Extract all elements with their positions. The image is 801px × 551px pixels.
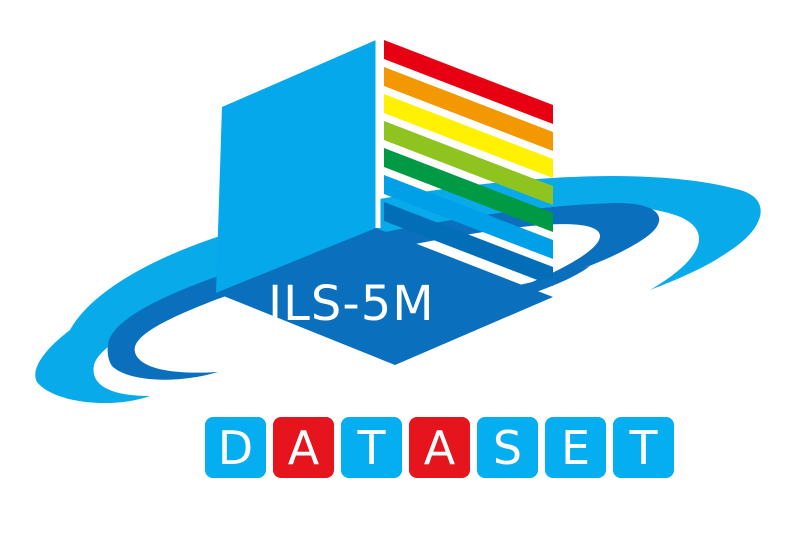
dataset-letter-tile: T xyxy=(613,417,674,478)
dataset-tile-row: DATASET xyxy=(205,417,674,478)
dataset-letter-tile: A xyxy=(273,417,334,478)
dataset-letter-tile: A xyxy=(409,417,470,478)
logo-text: JLS-5M xyxy=(265,276,435,332)
dataset-letter-tile: E xyxy=(545,417,606,478)
dataset-letter-tile: T xyxy=(341,417,402,478)
dataset-letter-tile: D xyxy=(205,417,266,478)
dataset-letter-tile: S xyxy=(477,417,538,478)
